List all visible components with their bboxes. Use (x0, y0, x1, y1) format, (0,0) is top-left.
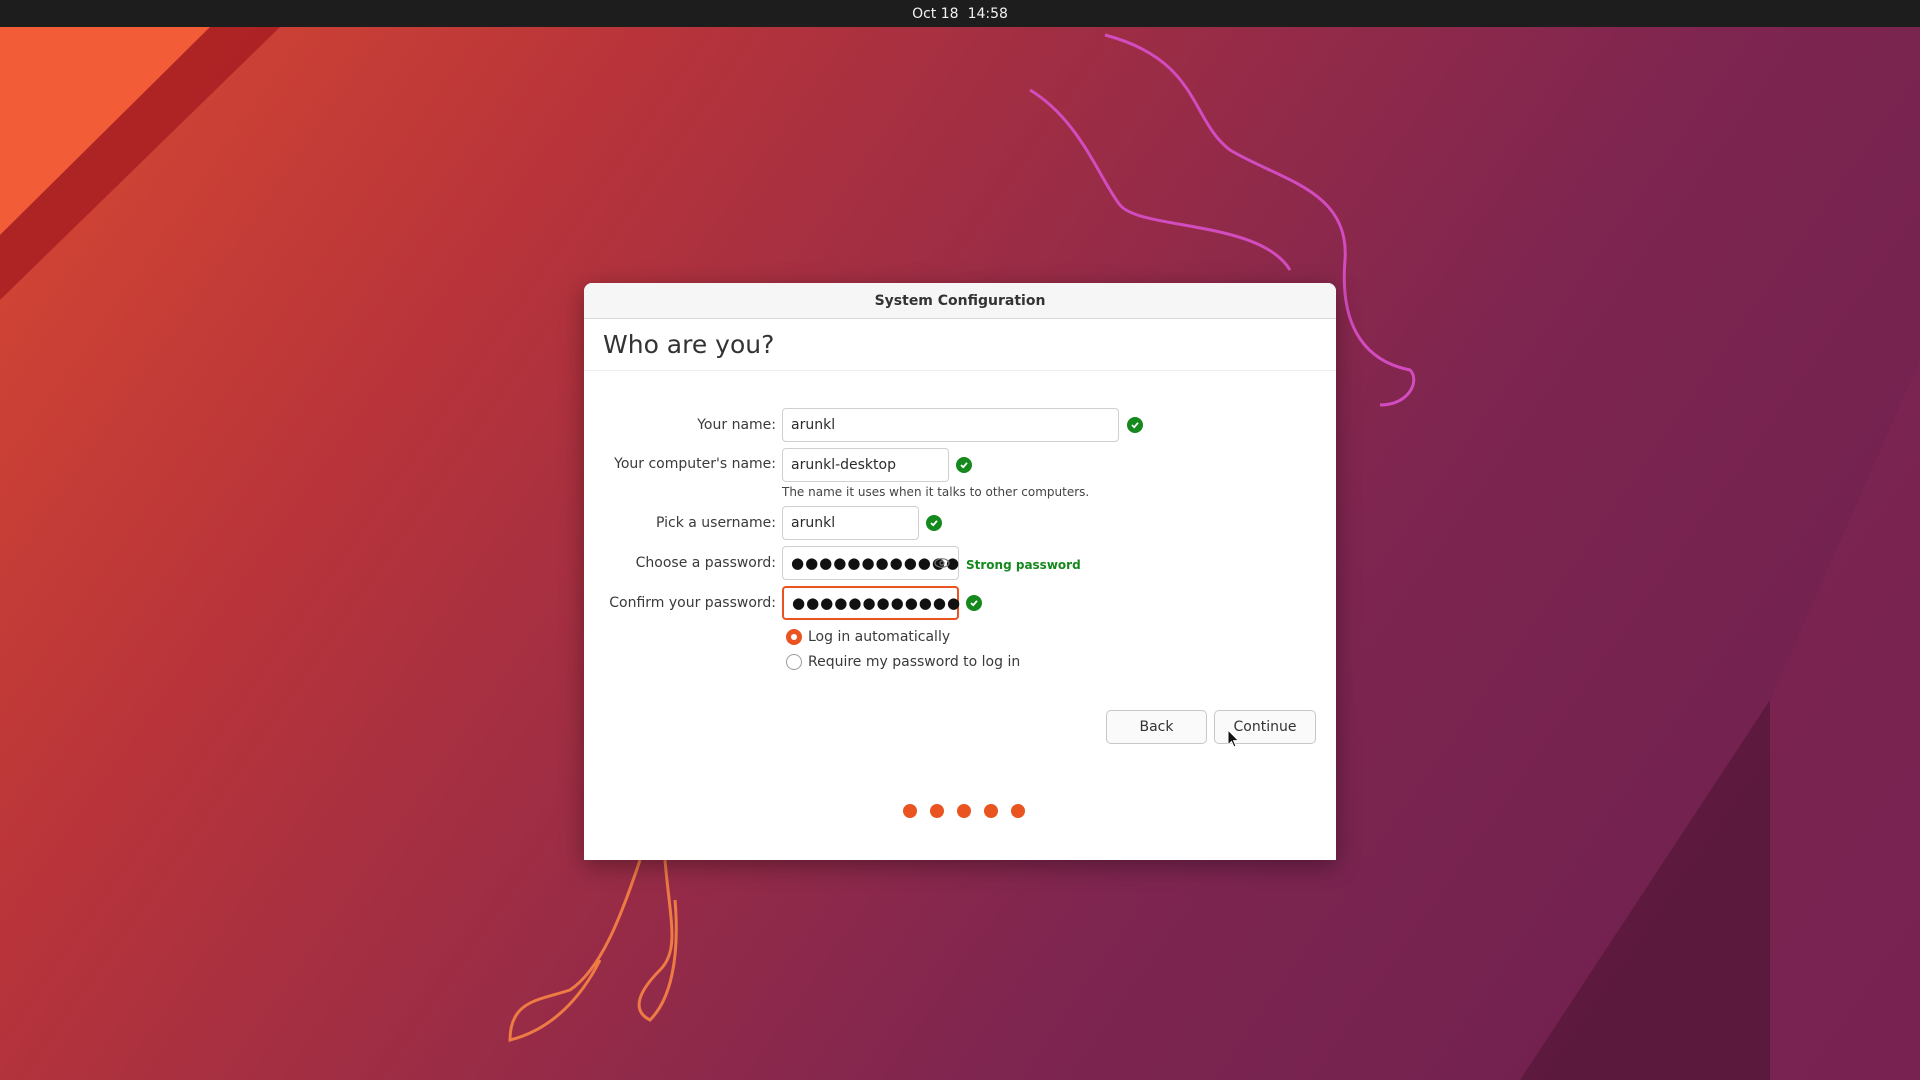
your-name-label: Your name: (697, 417, 776, 433)
progress-dot (957, 804, 971, 818)
log-in-automatically-label: Log in automatically (808, 629, 951, 645)
computer-name-value: arunkl-desktop (791, 457, 896, 473)
mouse-cursor-icon (1227, 729, 1240, 748)
confirm-password-input[interactable]: ●●●●●●●●●●●● (782, 586, 962, 620)
clock-time: 14:58 (967, 5, 1008, 22)
username-value: arunkl (791, 515, 836, 531)
username-input[interactable]: arunkl (782, 506, 919, 540)
clock[interactable]: Oct 18 14:58 (912, 6, 1008, 22)
require-password-radio[interactable] (786, 654, 802, 670)
progress-dot (1011, 804, 1025, 818)
top-bar: Oct 18 14:58 (0, 0, 1920, 27)
progress-dot (984, 804, 998, 818)
computer-name-label: Your computer's name: (614, 456, 776, 472)
computer-name-input[interactable]: arunkl-desktop (782, 448, 949, 482)
username-check-icon (926, 515, 942, 531)
step-progress (903, 804, 1025, 818)
password-strength: Strong password (966, 558, 1081, 572)
password-input[interactable]: ●●●●●●●●●●●● (782, 546, 959, 580)
password-label: Choose a password: (635, 555, 776, 571)
require-password-option[interactable]: Require my password to log in (786, 654, 1020, 670)
computer-name-check-icon (956, 457, 972, 473)
back-button[interactable]: Back (1106, 710, 1207, 744)
progress-dot (930, 804, 944, 818)
computer-name-hint: The name it uses when it talks to other … (782, 485, 1090, 499)
your-name-input[interactable]: arunkl (782, 408, 1119, 442)
show-password-eye-icon[interactable] (934, 555, 950, 575)
your-name-check-icon (1127, 417, 1143, 433)
confirm-password-label: Confirm your password: (609, 595, 776, 611)
require-password-label: Require my password to log in (808, 654, 1021, 670)
log-in-automatically-option[interactable]: Log in automatically (786, 629, 950, 645)
progress-dot (903, 804, 917, 818)
clock-date: Oct 18 (912, 5, 959, 22)
confirm-password-value: ●●●●●●●●●●●● (792, 594, 962, 612)
system-configuration-dialog: System Configuration Who are you? Your n… (584, 283, 1336, 860)
user-form: Your name: arunkl Your computer's name: … (584, 283, 1336, 860)
confirm-password-check-icon (966, 595, 982, 611)
log-in-automatically-radio[interactable] (786, 629, 802, 645)
username-label: Pick a username: (655, 515, 776, 531)
your-name-value: arunkl (791, 417, 836, 433)
